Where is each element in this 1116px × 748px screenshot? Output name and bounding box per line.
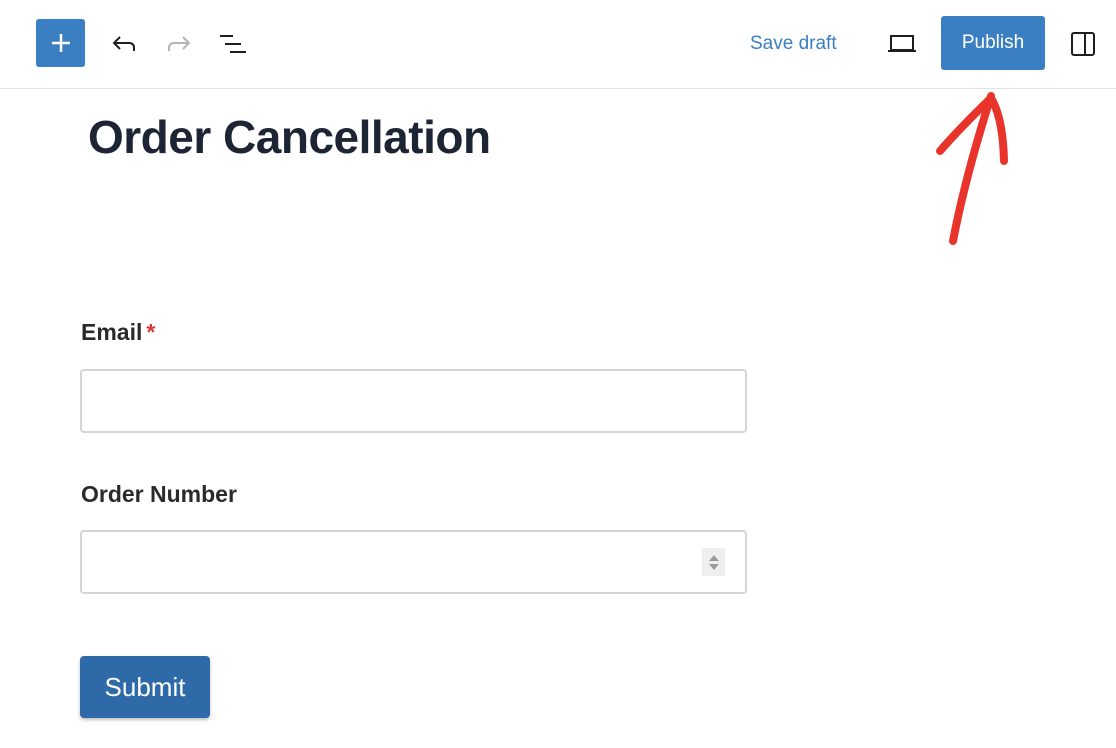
redo-icon xyxy=(168,36,191,51)
preview-button[interactable] xyxy=(882,26,922,62)
laptop-icon xyxy=(888,35,916,52)
document-overview-button[interactable] xyxy=(213,26,253,62)
sidebar-panel-icon xyxy=(1071,32,1095,56)
redo-button[interactable] xyxy=(159,26,199,62)
page-title[interactable]: Order Cancellation xyxy=(88,110,491,164)
submit-button[interactable]: Submit xyxy=(80,656,210,718)
email-label: Email * xyxy=(81,319,155,346)
settings-sidebar-button[interactable] xyxy=(1063,26,1103,62)
order-number-input[interactable] xyxy=(80,530,747,594)
plus-icon xyxy=(51,34,70,52)
list-view-icon xyxy=(220,35,246,53)
save-draft-button[interactable]: Save draft xyxy=(740,26,847,62)
email-input[interactable] xyxy=(80,369,747,433)
arrow-shaft xyxy=(949,92,995,245)
required-asterisk: * xyxy=(146,319,156,345)
number-stepper[interactable] xyxy=(702,548,725,576)
arrow-head xyxy=(936,94,1008,165)
email-label-text: Email xyxy=(81,319,143,345)
undo-button[interactable] xyxy=(104,26,144,62)
undo-icon xyxy=(112,36,135,51)
editor-toolbar: Save draft Publish xyxy=(0,0,1116,89)
order-number-label: Order Number xyxy=(81,481,237,507)
stepper-up-icon[interactable] xyxy=(708,554,719,561)
publish-button[interactable]: Publish xyxy=(941,16,1045,70)
add-block-button[interactable] xyxy=(36,19,85,67)
red-arrow-annotation xyxy=(936,92,1008,245)
stepper-down-icon[interactable] xyxy=(708,563,719,570)
